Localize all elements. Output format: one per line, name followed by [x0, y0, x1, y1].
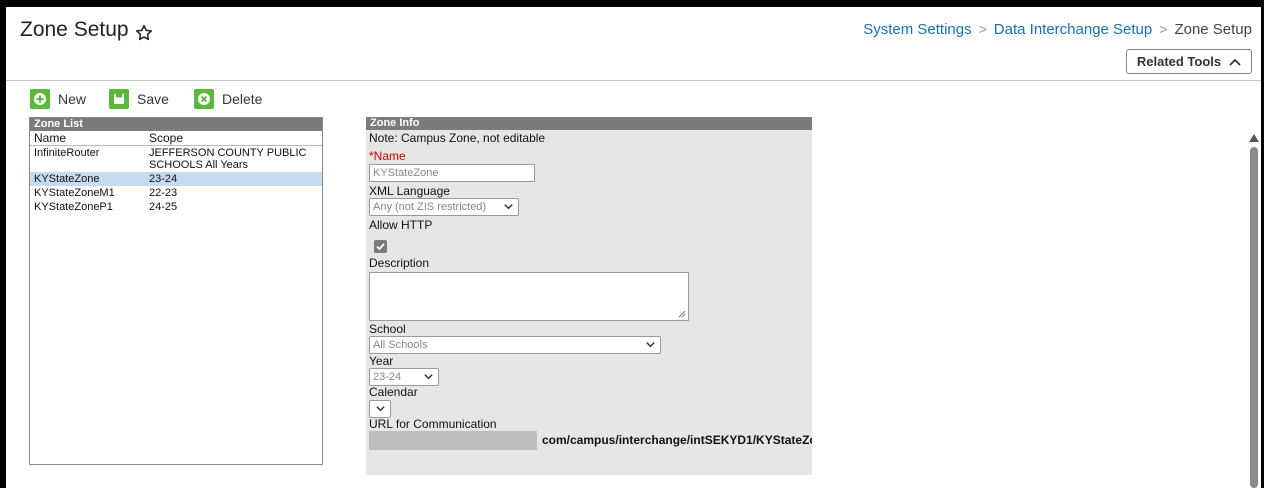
related-tools-label: Related Tools: [1136, 54, 1222, 69]
zone-name: InfiniteRouter: [34, 147, 100, 159]
school-value: All Schools: [373, 339, 428, 351]
page-title: Zone Setup: [20, 18, 129, 41]
close-circle-icon: [194, 89, 214, 109]
star-icon[interactable]: [134, 23, 154, 43]
zone-scope: 22-23: [149, 187, 178, 199]
chevron-right-icon: >: [978, 21, 987, 37]
school-label: School: [369, 322, 406, 336]
zone-list-title: Zone List: [30, 118, 322, 131]
chevron-up-icon: [1229, 58, 1241, 66]
chevron-right-icon: >: [1159, 21, 1168, 37]
delete-label: Delete: [222, 91, 263, 107]
year-value: 23-24: [373, 371, 402, 383]
zone-scope: 23-24: [149, 173, 178, 185]
xml-language-select[interactable]: Any (not ZIS restricted): [369, 198, 519, 216]
column-header-name[interactable]: Name: [30, 131, 149, 145]
chevron-down-icon: [424, 374, 433, 380]
delete-button[interactable]: Delete: [194, 89, 262, 109]
zone-scope-line: JEFFERSON COUNTY PUBLIC: [149, 147, 307, 159]
url-value: com/campus/interchange/intSEKYD1/KYState…: [542, 433, 812, 447]
column-header-scope[interactable]: Scope: [149, 131, 183, 145]
new-button[interactable]: New: [30, 89, 86, 109]
save-icon: [109, 89, 129, 109]
zone-list-panel: Zone List Name Scope InfiniteRouter JEFF…: [29, 117, 323, 465]
scrollbar-thumb[interactable]: [1250, 147, 1258, 488]
allow-http-label: Allow HTTP: [369, 218, 433, 232]
year-select[interactable]: 23-24: [369, 368, 439, 386]
zone-info-title: Zone Info: [366, 117, 812, 130]
calendar-select[interactable]: [369, 400, 391, 418]
name-label: *Name: [369, 149, 406, 163]
calendar-label: Calendar: [369, 385, 418, 399]
scroll-up-arrow[interactable]: [1249, 134, 1259, 142]
xml-language-value: Any (not ZIS restricted): [373, 201, 487, 213]
zone-scope: 24-25: [149, 201, 178, 213]
breadcrumb-current: Zone Setup: [1174, 21, 1252, 38]
plus-circle-icon: [30, 89, 50, 109]
save-label: Save: [137, 91, 169, 107]
zone-row-kystatezonem1[interactable]: KYStateZoneM1 22-23: [30, 186, 322, 200]
zone-row-kystatezone[interactable]: KYStateZone 23-24: [30, 172, 322, 186]
zone-name: KYStateZoneP1: [34, 201, 113, 213]
year-label: Year: [369, 354, 394, 368]
zone-name: KYStateZone: [34, 173, 100, 185]
zone-row-kystatezonep1[interactable]: KYStateZoneP1 24-25: [30, 200, 322, 214]
related-tools-button[interactable]: Related Tools: [1126, 49, 1252, 74]
zone-scope: JEFFERSON COUNTY PUBLIC SCHOOLS All Year…: [149, 147, 319, 171]
app-frame: Zone Setup System Settings > Data Intercha…: [6, 7, 1261, 488]
description-textarea[interactable]: [369, 272, 689, 321]
chevron-down-icon: [646, 342, 655, 348]
zone-list-header: Name Scope: [30, 131, 322, 146]
check-icon: [376, 243, 385, 251]
zone-scope-line: SCHOOLS All Years: [149, 159, 249, 171]
xml-language-label: XML Language: [369, 184, 450, 198]
zone-note: Note: Campus Zone, not editable: [369, 131, 546, 145]
chevron-down-icon: [504, 204, 513, 210]
zone-row-infinite-router[interactable]: InfiniteRouter JEFFERSON COUNTY PUBLIC S…: [30, 146, 322, 172]
url-redacted-block: [369, 431, 537, 450]
zone-name: KYStateZoneM1: [34, 187, 115, 199]
allow-http-checkbox[interactable]: [374, 240, 387, 253]
header-divider: [6, 80, 1261, 81]
save-button[interactable]: Save: [109, 89, 169, 109]
resize-handle-icon[interactable]: [678, 310, 686, 318]
breadcrumb-data-interchange-setup[interactable]: Data Interchange Setup: [994, 21, 1152, 38]
breadcrumb-system-settings[interactable]: System Settings: [863, 21, 971, 38]
zone-info-panel: Zone Info Note: Campus Zone, not editabl…: [366, 117, 812, 475]
url-label: URL for Communication: [369, 417, 497, 431]
new-label: New: [58, 91, 87, 107]
chevron-down-icon: [376, 406, 385, 412]
description-label: Description: [369, 256, 430, 270]
school-select[interactable]: All Schools: [369, 336, 661, 354]
breadcrumb: System Settings > Data Interchange Setup > Z…: [863, 21, 1252, 38]
name-field[interactable]: KYStateZone: [369, 164, 535, 182]
